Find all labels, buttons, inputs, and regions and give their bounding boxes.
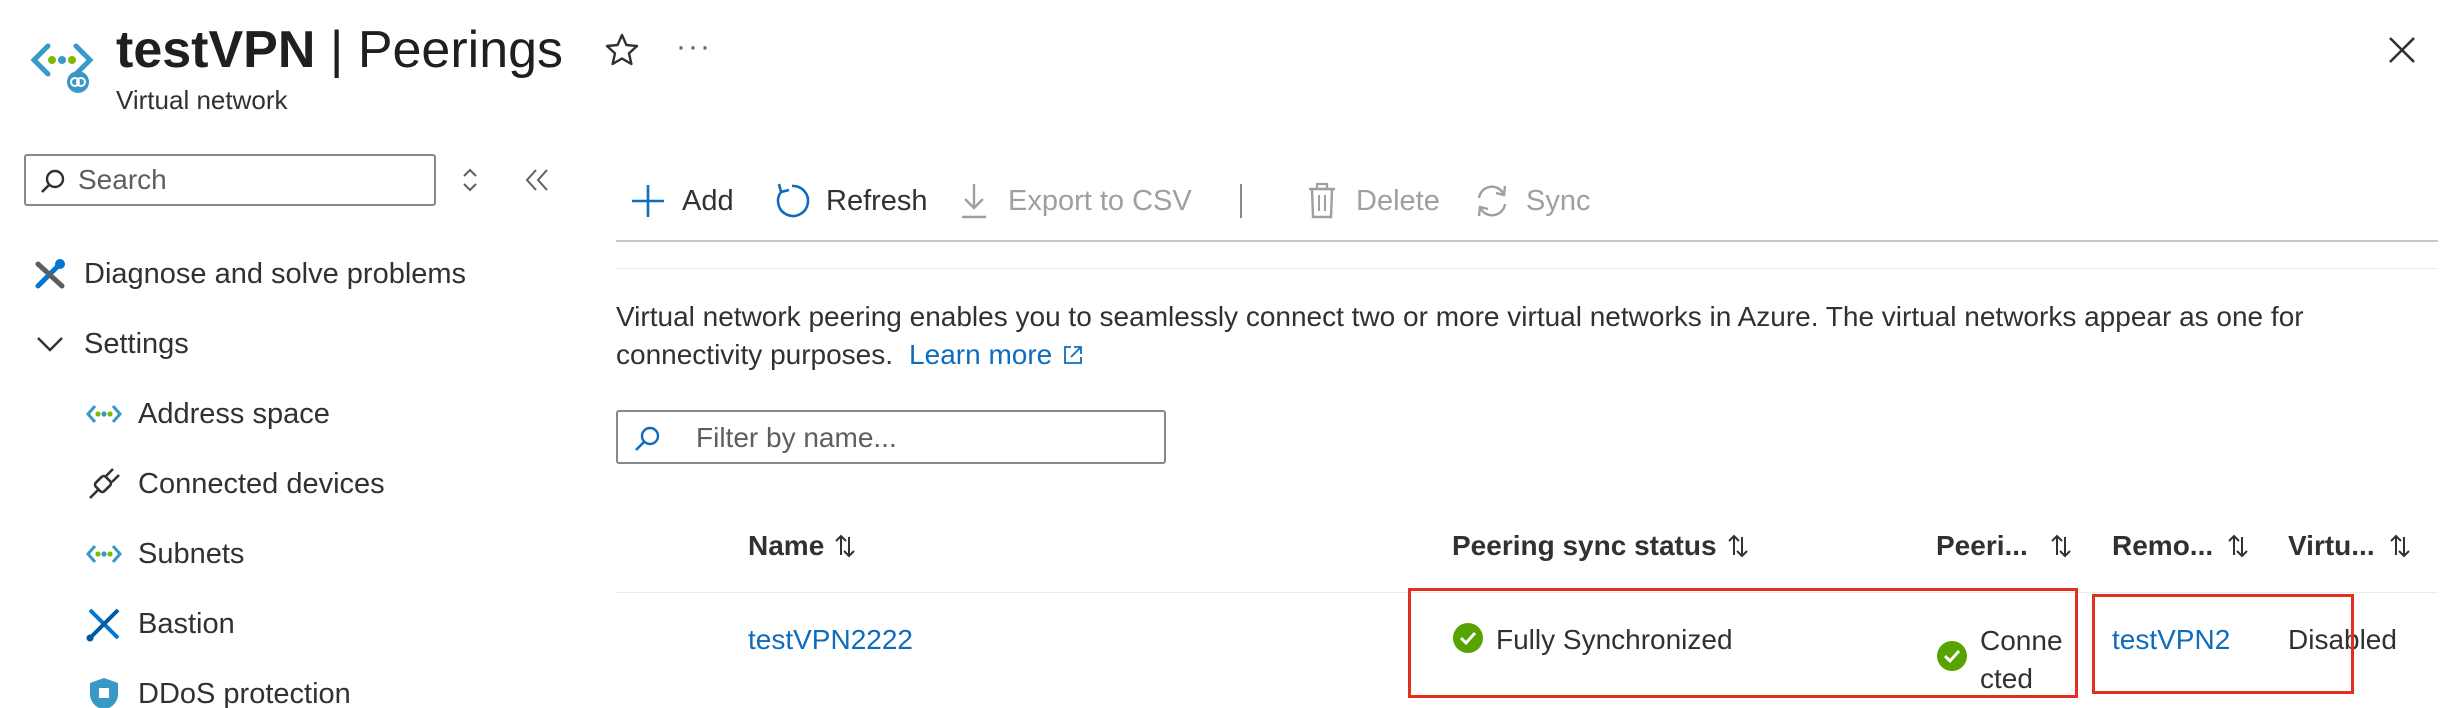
sort-icon [2228, 534, 2248, 558]
toolbar-divider [1240, 184, 1242, 218]
sidebar-item-bastion[interactable]: Bastion [84, 604, 235, 644]
column-header-label: Name [748, 530, 825, 561]
subnets-icon [84, 534, 124, 574]
peering-name-link[interactable]: testVPN2222 [748, 624, 913, 656]
sidebar-item-connected-devices[interactable]: Connected devices [84, 464, 385, 504]
delete-button[interactable]: Delete [1302, 178, 1440, 224]
blade-title: Peerings [357, 21, 564, 79]
column-header-remote[interactable]: Remo... [2112, 530, 2249, 562]
sidebar-item-label: Subnets [138, 537, 245, 570]
sidebar-item-label: Connected devices [138, 467, 385, 500]
sort-icon [2051, 534, 2071, 558]
shield-icon [84, 674, 124, 708]
sidebar-item-label: Bastion [138, 607, 235, 640]
toolbar-divider-line [616, 240, 2438, 242]
highlight-box-remote [2092, 594, 2354, 694]
more-options-button[interactable]: ··· [676, 30, 712, 64]
refresh-button[interactable]: Refresh [772, 178, 928, 224]
column-header-label: Peeri... [1936, 530, 2028, 561]
sidebar-sort-icon[interactable] [458, 166, 482, 194]
search-icon [635, 426, 660, 451]
export-label: Export to CSV [1008, 184, 1192, 217]
sync-button[interactable]: Sync [1472, 178, 1590, 224]
sidebar-item-ddos[interactable]: DDoS protection [84, 674, 351, 708]
add-button[interactable]: Add [628, 178, 734, 224]
search-input[interactable] [78, 164, 418, 196]
wrench-icon [30, 254, 70, 294]
column-header-peering-status[interactable]: Peeri... [1936, 530, 2072, 562]
sidebar-item-subnets[interactable]: Subnets [84, 534, 244, 574]
sort-icon [835, 534, 855, 558]
bastion-icon [84, 604, 124, 644]
highlight-box-status [1408, 588, 2078, 698]
delete-label: Delete [1356, 184, 1440, 217]
column-header-peering-sync-status[interactable]: Peering sync status [1452, 530, 1749, 562]
learn-more-link[interactable]: Learn more [909, 339, 1052, 370]
close-icon[interactable] [2382, 30, 2422, 70]
column-header-name[interactable]: Name [748, 530, 856, 562]
sidebar-item-label: DDoS protection [138, 677, 351, 708]
filter-box[interactable] [616, 410, 1166, 464]
filter-input[interactable] [696, 422, 1146, 454]
description-text: Virtual network peering enables you to s… [616, 301, 2304, 370]
export-csv-button[interactable]: Export to CSV [954, 178, 1192, 224]
plus-icon [628, 181, 668, 221]
sort-icon [1727, 534, 1748, 558]
refresh-label: Refresh [826, 184, 928, 217]
resource-type-subtitle: Virtual network [116, 85, 288, 115]
sidebar-item-address-space[interactable]: Address space [84, 394, 330, 434]
sync-label: Sync [1526, 184, 1591, 217]
column-header-label: Peering sync status [1452, 530, 1717, 561]
download-icon [954, 181, 994, 221]
sidebar-item-diagnose[interactable]: Diagnose and solve problems [30, 254, 466, 294]
external-link-icon[interactable] [1062, 338, 1084, 376]
sort-icon [2389, 534, 2410, 558]
resource-name: testVPN [116, 21, 316, 79]
virtual-network-icon [30, 36, 100, 96]
sidebar-group-settings[interactable]: Settings [30, 324, 189, 364]
refresh-icon [772, 181, 812, 221]
favorite-star-icon[interactable] [602, 30, 642, 70]
sidebar-search[interactable] [24, 154, 436, 206]
column-header-virtual[interactable]: Virtu... [2288, 530, 2411, 562]
plug-icon [84, 464, 124, 504]
collapse-sidebar-icon[interactable] [522, 166, 552, 194]
sidebar-item-label: Diagnose and solve problems [84, 257, 467, 290]
sidebar-item-label: Settings [84, 327, 189, 360]
peering-description: Virtual network peering enables you to s… [616, 298, 2436, 376]
add-label: Add [682, 184, 734, 217]
toolbar-divider-line [616, 268, 2438, 269]
page-title: testVPN | Peerings [116, 18, 563, 82]
chevron-down-icon [30, 324, 70, 364]
column-header-label: Remo... [2112, 530, 2214, 561]
address-space-icon [84, 394, 124, 434]
search-icon [41, 169, 65, 193]
sync-icon [1472, 181, 1512, 221]
column-header-label: Virtu... [2288, 530, 2375, 561]
title-separator: | [315, 21, 358, 79]
trash-icon [1302, 181, 1342, 221]
sidebar-item-label: Address space [138, 397, 330, 430]
